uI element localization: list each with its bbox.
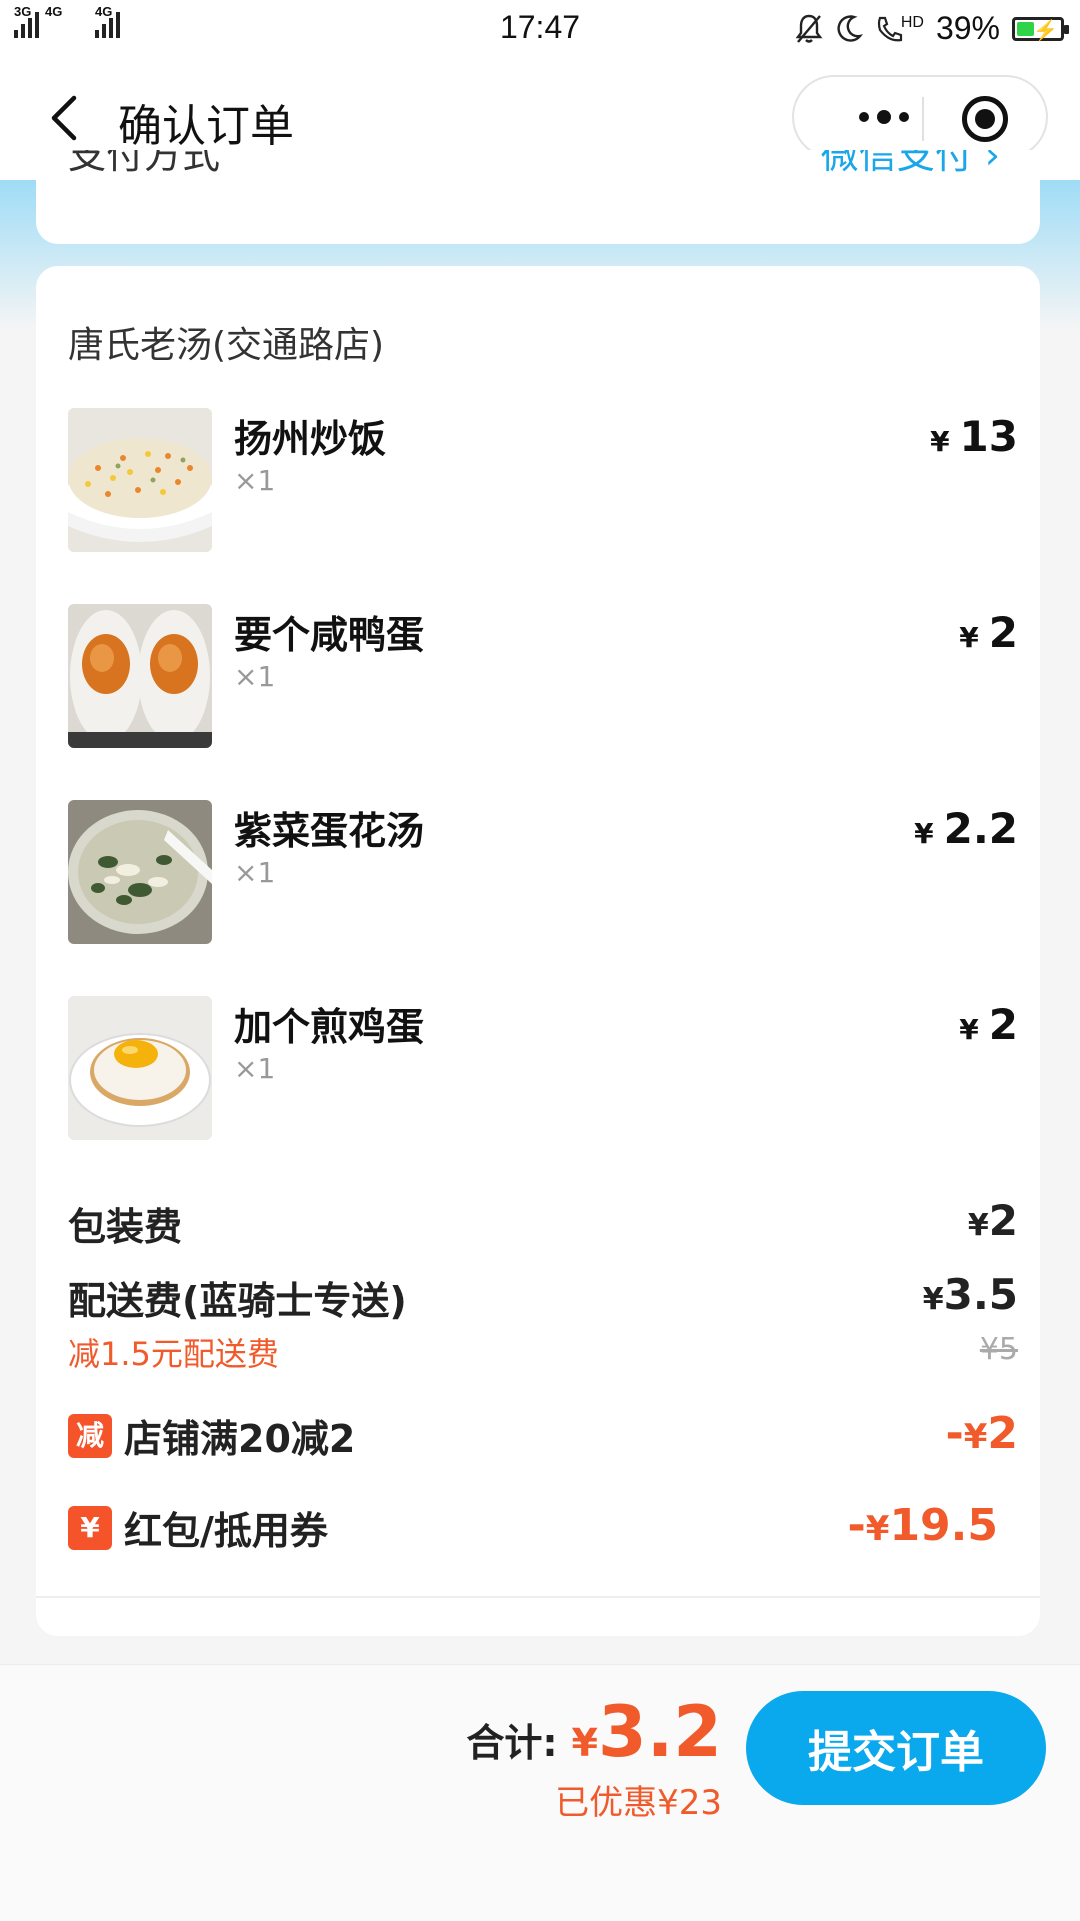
- order-item: 加个煎鸡蛋 ×1 ¥2: [68, 996, 1018, 1140]
- item-quantity: ×1: [234, 856, 276, 889]
- packaging-fee-label: 包装费: [68, 1205, 183, 1249]
- item-price-currency: ¥: [914, 817, 934, 850]
- saved-amount: 已优惠¥23: [555, 1783, 722, 1823]
- moon-icon: [837, 14, 863, 42]
- delivery-fee-currency: ¥: [922, 1282, 944, 1317]
- page-title: 确认订单: [118, 101, 294, 152]
- item-name: 加个煎鸡蛋: [234, 1005, 425, 1049]
- shop-promo-currency: ¥: [963, 1417, 988, 1457]
- item-price-value: 2.2: [943, 804, 1018, 853]
- discount-badge-icon: 减: [68, 1413, 112, 1458]
- item-quantity: ×1: [234, 1052, 276, 1085]
- shop-promo-row: 减店铺满20减2 -¥2: [68, 1408, 1018, 1463]
- payment-method-value[interactable]: 微信支付 ›: [821, 150, 1000, 179]
- shop-name: 唐氏老汤(交通路店): [68, 325, 385, 366]
- battery-percent: 39%: [935, 10, 1000, 46]
- status-right-icons: HD 39% ⚡: [795, 10, 1069, 47]
- coupon-label: 红包/抵用券: [124, 1509, 328, 1553]
- back-chevron-icon[interactable]: [44, 94, 88, 142]
- total-label: 合计:: [466, 1721, 558, 1765]
- charging-bolt-icon: ⚡: [1033, 19, 1058, 42]
- item-quantity: ×1: [234, 660, 276, 693]
- packaging-fee-row: 包装费 ¥2: [68, 1196, 1018, 1251]
- item-name: 要个咸鸭蛋: [234, 613, 425, 657]
- total-currency: ¥: [571, 1721, 598, 1765]
- delivery-fee-row: 配送费(蓝骑士专送) 减1.5元配送费 ¥3.5 ¥5: [68, 1270, 1018, 1375]
- payment-method-card[interactable]: 支付方式 微信支付 ›: [36, 150, 1040, 244]
- phone-icon: [877, 16, 902, 41]
- delivery-discount-note: 减1.5元配送费: [68, 1335, 279, 1373]
- total-amount: 3.2: [597, 1691, 722, 1773]
- mini-program-capsule: [792, 75, 1048, 159]
- card-divider: [36, 1596, 1040, 1598]
- delivery-fee-label: 配送费(蓝骑士专送): [68, 1279, 407, 1323]
- item-price-currency: ¥: [930, 425, 950, 458]
- packaging-fee-currency: ¥: [967, 1208, 989, 1243]
- coupon-row[interactable]: ¥ 红包/抵用券 -¥19.5: [68, 1500, 1018, 1555]
- order-item: 要个咸鸭蛋 ×1 ¥2: [68, 604, 1018, 748]
- fried-egg-image: [68, 996, 212, 1140]
- total-line: 合计: ¥3.2: [466, 1691, 722, 1773]
- coupon-amount: 19.5: [889, 1500, 998, 1551]
- order-item: 紫菜蛋花汤 ×1 ¥2.2: [68, 800, 1018, 944]
- bell-muted-icon: [795, 14, 823, 43]
- shop-promo-value: -¥2: [945, 1408, 1018, 1459]
- delivery-original-price: ¥5: [979, 1332, 1018, 1367]
- order-item: 扬州炒饭 ×1 ¥13: [68, 408, 1018, 552]
- hd-call-icon: HD: [875, 14, 924, 44]
- item-price-value: 13: [959, 412, 1018, 461]
- battery-fill: [1017, 21, 1035, 36]
- close-target-icon[interactable]: [962, 96, 1008, 142]
- salted-duck-egg-image: [68, 604, 212, 748]
- shop-promo-amount: 2: [987, 1408, 1018, 1459]
- item-price-value: 2: [988, 608, 1018, 657]
- item-price-currency: ¥: [959, 1013, 979, 1046]
- item-price: ¥2.2: [914, 804, 1018, 853]
- hd-tag: HD: [900, 13, 924, 31]
- total-summary: 合计: ¥3.2 已优惠¥23: [466, 1691, 722, 1824]
- delivery-fee-value: ¥3.5: [923, 1270, 1018, 1319]
- order-card: 唐氏老汤(交通路店) 扬州炒饭 ×1 ¥ 13 要个咸鸭蛋 ×1 ¥ 2 紫菜蛋…: [36, 266, 1040, 1636]
- seaweed-egg-soup-image: [68, 800, 212, 944]
- capsule-divider: [922, 97, 924, 141]
- item-quantity: ×1: [234, 464, 276, 497]
- coupon-currency: ¥: [865, 1509, 890, 1549]
- battery-icon: ⚡: [1012, 16, 1069, 42]
- item-name: 紫菜蛋花汤: [234, 809, 425, 853]
- item-price: ¥13: [930, 412, 1018, 461]
- item-price: ¥2: [959, 1000, 1018, 1049]
- packaging-fee-value: ¥2: [968, 1196, 1018, 1245]
- coupon-badge-icon: ¥: [68, 1505, 112, 1550]
- status-bar: 3G 4G 4G 17:47 HD 39% ⚡: [0, 0, 1080, 56]
- coupon-value[interactable]: -¥19.5: [848, 1500, 999, 1551]
- more-dots-icon[interactable]: [834, 77, 934, 157]
- delivery-fee-amount: 3.5: [943, 1270, 1018, 1319]
- shop-promo-sign: -: [945, 1408, 964, 1459]
- checkout-bar: 合计: ¥3.2 已优惠¥23 提交订单: [0, 1664, 1080, 1921]
- submit-order-button[interactable]: 提交订单: [746, 1691, 1046, 1805]
- payment-method-label: 支付方式: [68, 150, 221, 177]
- item-price-value: 2: [988, 1000, 1018, 1049]
- item-price: ¥2: [959, 608, 1018, 657]
- item-name: 扬州炒饭: [234, 417, 387, 461]
- fried-rice-image: [68, 408, 212, 552]
- packaging-fee-amount: 2: [988, 1196, 1018, 1245]
- shop-promo-label: 店铺满20减2: [124, 1417, 356, 1461]
- coupon-sign: -: [847, 1500, 866, 1551]
- item-price-currency: ¥: [959, 621, 979, 654]
